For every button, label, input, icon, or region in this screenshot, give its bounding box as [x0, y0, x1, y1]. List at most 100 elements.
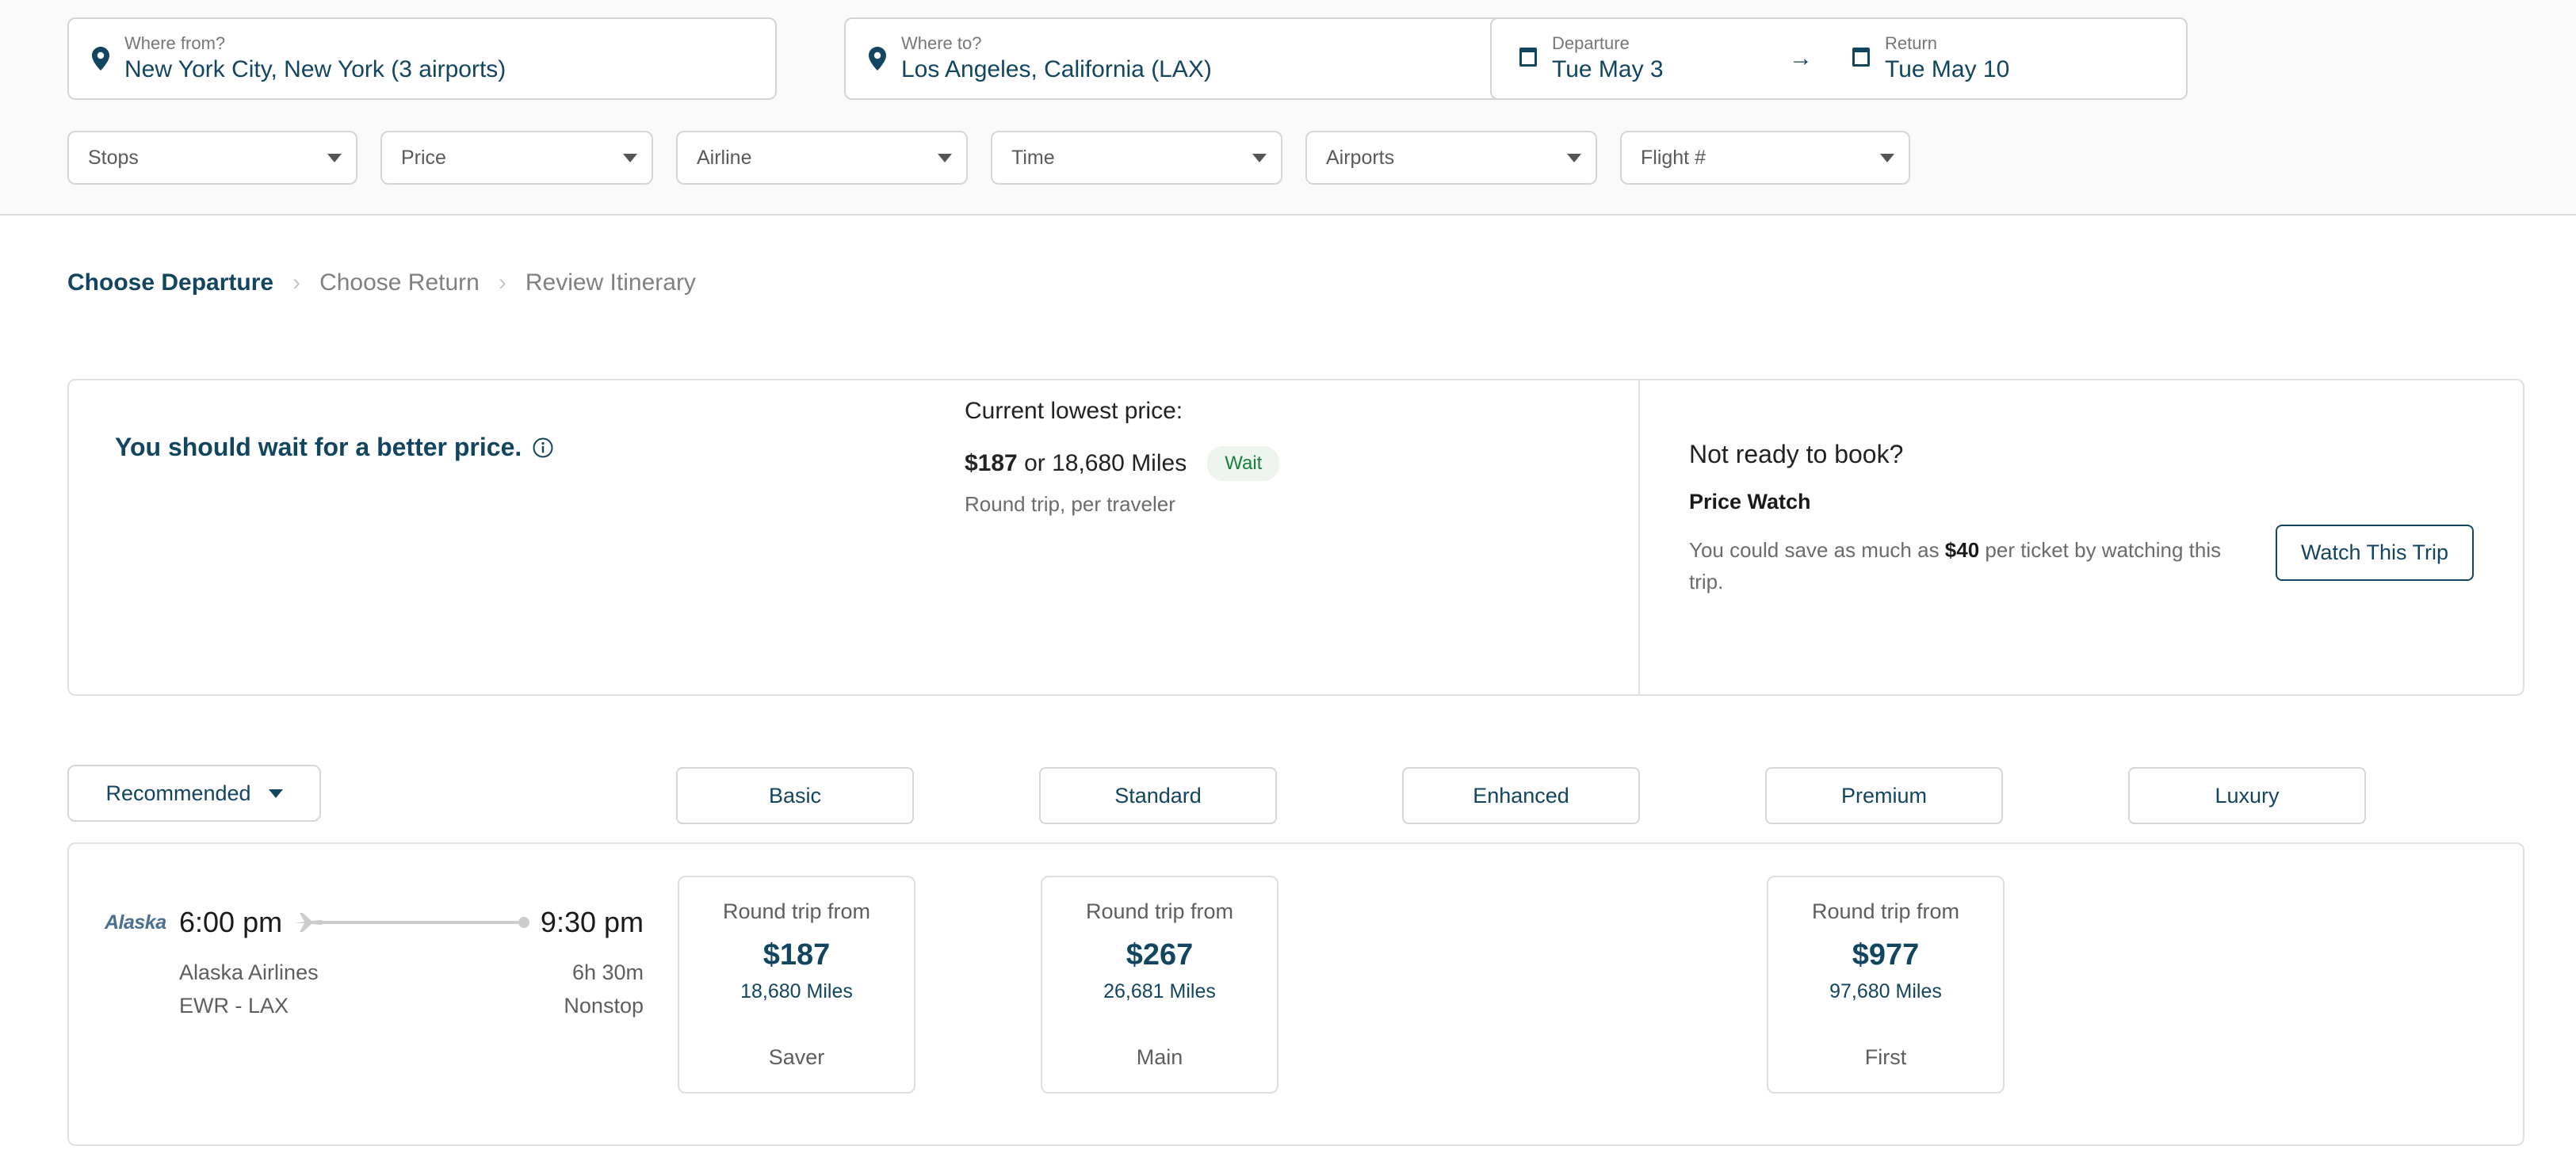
- filter-airline-label: Airline: [697, 146, 752, 169]
- current-lowest-price-note: Round trip, per traveler: [965, 492, 1175, 516]
- status-badge: Wait: [1207, 446, 1280, 481]
- breadcrumb: Choose Departure › Choose Return › Revie…: [67, 269, 696, 296]
- calendar-icon: [1519, 46, 1539, 72]
- watch-this-trip-button[interactable]: Watch This Trip: [2275, 525, 2474, 581]
- airplane-icon: [293, 911, 325, 934]
- chevron-down-icon: [1252, 153, 1267, 162]
- flight-route: EWR - LAX: [179, 993, 289, 1018]
- airline-logo: Alaska: [105, 911, 166, 934]
- current-lowest-price-value: $187 or 18,680 Miles: [965, 450, 1187, 477]
- fare-option-saver[interactable]: Round trip from $187 18,680 Miles Saver: [678, 876, 915, 1094]
- price-prediction-card: You should wait for a better price. Curr…: [67, 379, 2524, 1036]
- flight-results-card: Alaska 6:00 pm 9:30 pm Alaska Airlines E…: [67, 842, 2524, 1146]
- chevron-down-icon: [1880, 153, 1894, 162]
- price-watch-amount: $40: [1944, 538, 1980, 562]
- breadcrumb-separator-icon: ›: [292, 269, 301, 296]
- breadcrumb-separator-icon: ›: [498, 269, 506, 296]
- breadcrumb-item-choose-departure[interactable]: Choose Departure: [67, 269, 273, 296]
- flight-row[interactable]: Alaska 6:00 pm 9:30 pm Alaska Airlines E…: [105, 906, 644, 1023]
- filter-airports-label: Airports: [1326, 146, 1395, 169]
- destination-label: Where to?: [901, 32, 982, 53]
- lowest-price-miles: or 18,680 Miles: [1017, 450, 1187, 476]
- origin-value: New York City, New York (3 airports): [124, 56, 506, 83]
- price-watch-text-prefix: You could save as much as: [1689, 538, 1945, 562]
- tab-basic[interactable]: Basic: [676, 767, 914, 824]
- current-lowest-price-block: Current lowest price: $187 or 18,680 Mil…: [965, 398, 1280, 517]
- fare-miles: 18,680 Miles: [740, 980, 853, 1002]
- chevron-down-icon: [1567, 153, 1581, 162]
- return-date-field[interactable]: Return Tue May 10: [1825, 32, 2110, 86]
- fare-price: $187: [762, 938, 831, 972]
- fare-name: First: [1864, 1045, 1907, 1069]
- tab-enhanced[interactable]: Enhanced: [1402, 767, 1640, 824]
- filter-stops[interactable]: Stops: [67, 131, 357, 185]
- flight-path-line: [322, 921, 518, 924]
- chevron-down-icon: [268, 789, 283, 798]
- filter-time[interactable]: Time: [991, 131, 1282, 185]
- price-watch-subtitle: Price Watch: [1689, 490, 1811, 514]
- departure-label: Departure: [1552, 32, 1630, 53]
- filter-stops-label: Stops: [88, 146, 139, 169]
- flight-duration: 6h 30m: [571, 960, 644, 984]
- destination-value: Los Angeles, California (LAX): [901, 56, 1212, 83]
- search-bar: Where from? New York City, New York (3 a…: [0, 0, 2576, 216]
- arrow-right-icon: →: [1789, 45, 1813, 71]
- sort-dropdown[interactable]: Recommended: [67, 765, 321, 822]
- filter-airports[interactable]: Airports: [1305, 131, 1597, 185]
- flight-airline-name: Alaska Airlines: [179, 960, 319, 984]
- location-pin-icon: [866, 47, 889, 71]
- origin-field[interactable]: Where from? New York City, New York (3 a…: [67, 17, 777, 100]
- filter-flight-number[interactable]: Flight #: [1620, 131, 1910, 185]
- sort-dropdown-label: Recommended: [105, 781, 251, 805]
- price-watch-title: Not ready to book?: [1689, 440, 1904, 468]
- departure-date-field[interactable]: Departure Tue May 3: [1492, 32, 1777, 86]
- tab-luxury[interactable]: Luxury: [2128, 767, 2366, 824]
- location-pin-icon: [90, 47, 112, 71]
- fare-option-first[interactable]: Round trip from $977 97,680 Miles First: [1767, 876, 2005, 1094]
- flight-airline-route: Alaska Airlines EWR - LAX: [179, 957, 319, 1023]
- price-prediction-title-text: You should wait for a better price.: [115, 433, 522, 461]
- fare-price: $977: [1852, 938, 1920, 972]
- info-icon[interactable]: [533, 437, 553, 458]
- chevron-down-icon: [938, 153, 952, 162]
- flight-stops: Nonstop: [564, 993, 644, 1018]
- breadcrumb-item-review-itinerary[interactable]: Review Itinerary: [526, 269, 696, 296]
- arrival-time: 9:30 pm: [540, 906, 644, 938]
- destination-field[interactable]: Where to? Los Angeles, California (LAX): [844, 17, 1542, 100]
- tab-premium[interactable]: Premium: [1765, 767, 2003, 824]
- fare-head: Round trip from: [1811, 899, 1960, 923]
- departure-value: Tue May 3: [1552, 56, 1664, 83]
- flight-path-graphic: [293, 913, 529, 932]
- fare-name: Main: [1136, 1045, 1183, 1069]
- price-prediction-title: You should wait for a better price.: [115, 433, 553, 462]
- price-prediction-panel: You should wait for a better price. Curr…: [69, 380, 1658, 1036]
- return-label: Return: [1885, 32, 1938, 53]
- price-watch-panel: Not ready to book? Price Watch You could…: [1640, 380, 2523, 694]
- origin-label: Where from?: [124, 32, 226, 53]
- filter-row: Stops Price Airline Time Airports Flight…: [67, 131, 1910, 185]
- filter-price-label: Price: [401, 146, 446, 169]
- lowest-price-amount: $187: [965, 450, 1018, 476]
- breadcrumb-item-choose-return[interactable]: Choose Return: [319, 269, 480, 296]
- filter-airline[interactable]: Airline: [676, 131, 968, 185]
- fare-head: Round trip from: [722, 899, 871, 923]
- chevron-down-icon: [327, 153, 342, 162]
- fare-miles: 26,681 Miles: [1103, 980, 1216, 1002]
- filter-price[interactable]: Price: [380, 131, 653, 185]
- fare-price: $267: [1126, 938, 1194, 972]
- return-value: Tue May 10: [1885, 56, 2010, 83]
- date-range-field: Departure Tue May 3 → Return Tue May 10: [1490, 17, 2188, 100]
- price-watch-description: You could save as much as $40 per ticket…: [1689, 534, 2236, 598]
- filter-time-label: Time: [1011, 146, 1055, 169]
- filter-flight-number-label: Flight #: [1641, 146, 1706, 169]
- arrival-dot-icon: [518, 917, 529, 928]
- flight-duration-stops: 6h 30m Nonstop: [564, 957, 644, 1023]
- calendar-icon: [1852, 46, 1872, 72]
- current-lowest-price-label: Current lowest price:: [965, 398, 1183, 424]
- fare-miles: 97,680 Miles: [1829, 980, 1942, 1002]
- fare-name: Saver: [768, 1045, 825, 1069]
- fare-head: Round trip from: [1085, 899, 1234, 923]
- departure-time: 6:00 pm: [179, 906, 283, 938]
- tab-standard[interactable]: Standard: [1039, 767, 1277, 824]
- fare-option-main[interactable]: Round trip from $267 26,681 Miles Main: [1041, 876, 1278, 1094]
